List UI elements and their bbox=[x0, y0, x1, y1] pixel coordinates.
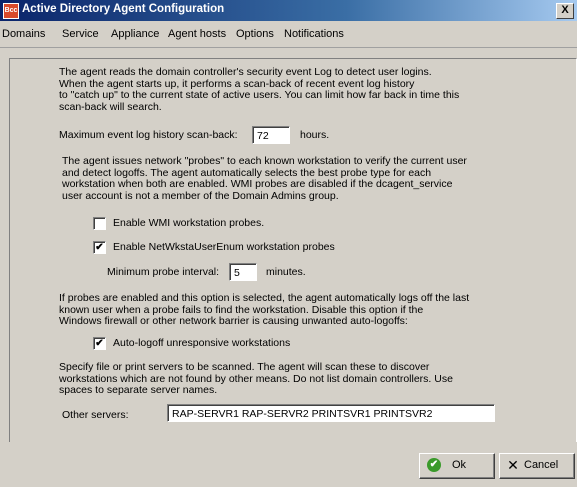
probe-interval-input[interactable]: 5 bbox=[229, 263, 257, 281]
close-button[interactable]: X bbox=[556, 3, 574, 19]
menu-bar: Domains Service Appliance Agent hosts Op… bbox=[0, 21, 577, 48]
wmi-probes-label: Enable WMI workstation probes. bbox=[113, 217, 265, 229]
menu-domains[interactable]: Domains bbox=[2, 28, 45, 40]
max-scanback-unit: hours. bbox=[300, 129, 330, 141]
title-bar[interactable]: Bcc Active Directory Agent Configuration… bbox=[0, 0, 577, 21]
autologoff-description: If probes are enabled and this option is… bbox=[59, 292, 470, 327]
settings-panel: The agent reads the domain controller's … bbox=[9, 58, 577, 443]
other-servers-label: Other servers: bbox=[62, 409, 129, 421]
max-scanback-label: Maximum event log history scan-back: bbox=[59, 129, 238, 141]
menu-service[interactable]: Service bbox=[62, 28, 99, 40]
probes-description: The agent issues network "probes" to eac… bbox=[62, 155, 467, 202]
netwksta-probes-label: Enable NetWkstaUserEnum workstation prob… bbox=[113, 241, 335, 253]
scanback-description: The agent reads the domain controller's … bbox=[59, 66, 460, 113]
probe-interval-label: Minimum probe interval: bbox=[107, 266, 220, 278]
autologoff-checkbox[interactable]: ✔ bbox=[93, 337, 106, 350]
wmi-probes-checkbox[interactable] bbox=[93, 217, 106, 230]
other-servers-input[interactable]: RAP-SERVR1 RAP-SERVR2 PRINTSVR1 PRINTSVR… bbox=[167, 404, 495, 422]
autologoff-label: Auto-logoff unresponsive workstations bbox=[113, 337, 291, 349]
app-icon: Bcc bbox=[3, 3, 19, 19]
menu-options[interactable]: Options bbox=[236, 28, 274, 40]
ok-button[interactable]: ✔ Ok bbox=[419, 453, 495, 479]
ok-button-label: Ok bbox=[452, 459, 467, 471]
menu-appliance[interactable]: Appliance bbox=[111, 28, 159, 40]
max-scanback-input[interactable]: 72 bbox=[252, 126, 290, 144]
menu-agent-hosts[interactable]: Agent hosts bbox=[168, 28, 226, 40]
probe-interval-unit: minutes. bbox=[266, 266, 306, 278]
button-bar: ✔ Ok ✕ Cancel bbox=[0, 442, 577, 487]
menu-notifications[interactable]: Notifications bbox=[284, 28, 344, 40]
cancel-button[interactable]: ✕ Cancel bbox=[499, 453, 575, 479]
checkmark-icon: ✔ bbox=[427, 458, 441, 472]
close-icon: ✕ bbox=[507, 457, 519, 473]
window-title: Active Directory Agent Configuration bbox=[22, 3, 225, 15]
cancel-button-label: Cancel bbox=[524, 459, 559, 471]
netwksta-probes-checkbox[interactable]: ✔ bbox=[93, 241, 106, 254]
config-window: Bcc Active Directory Agent Configuration… bbox=[0, 0, 577, 487]
servers-description: Specify file or print servers to be scan… bbox=[59, 361, 453, 396]
